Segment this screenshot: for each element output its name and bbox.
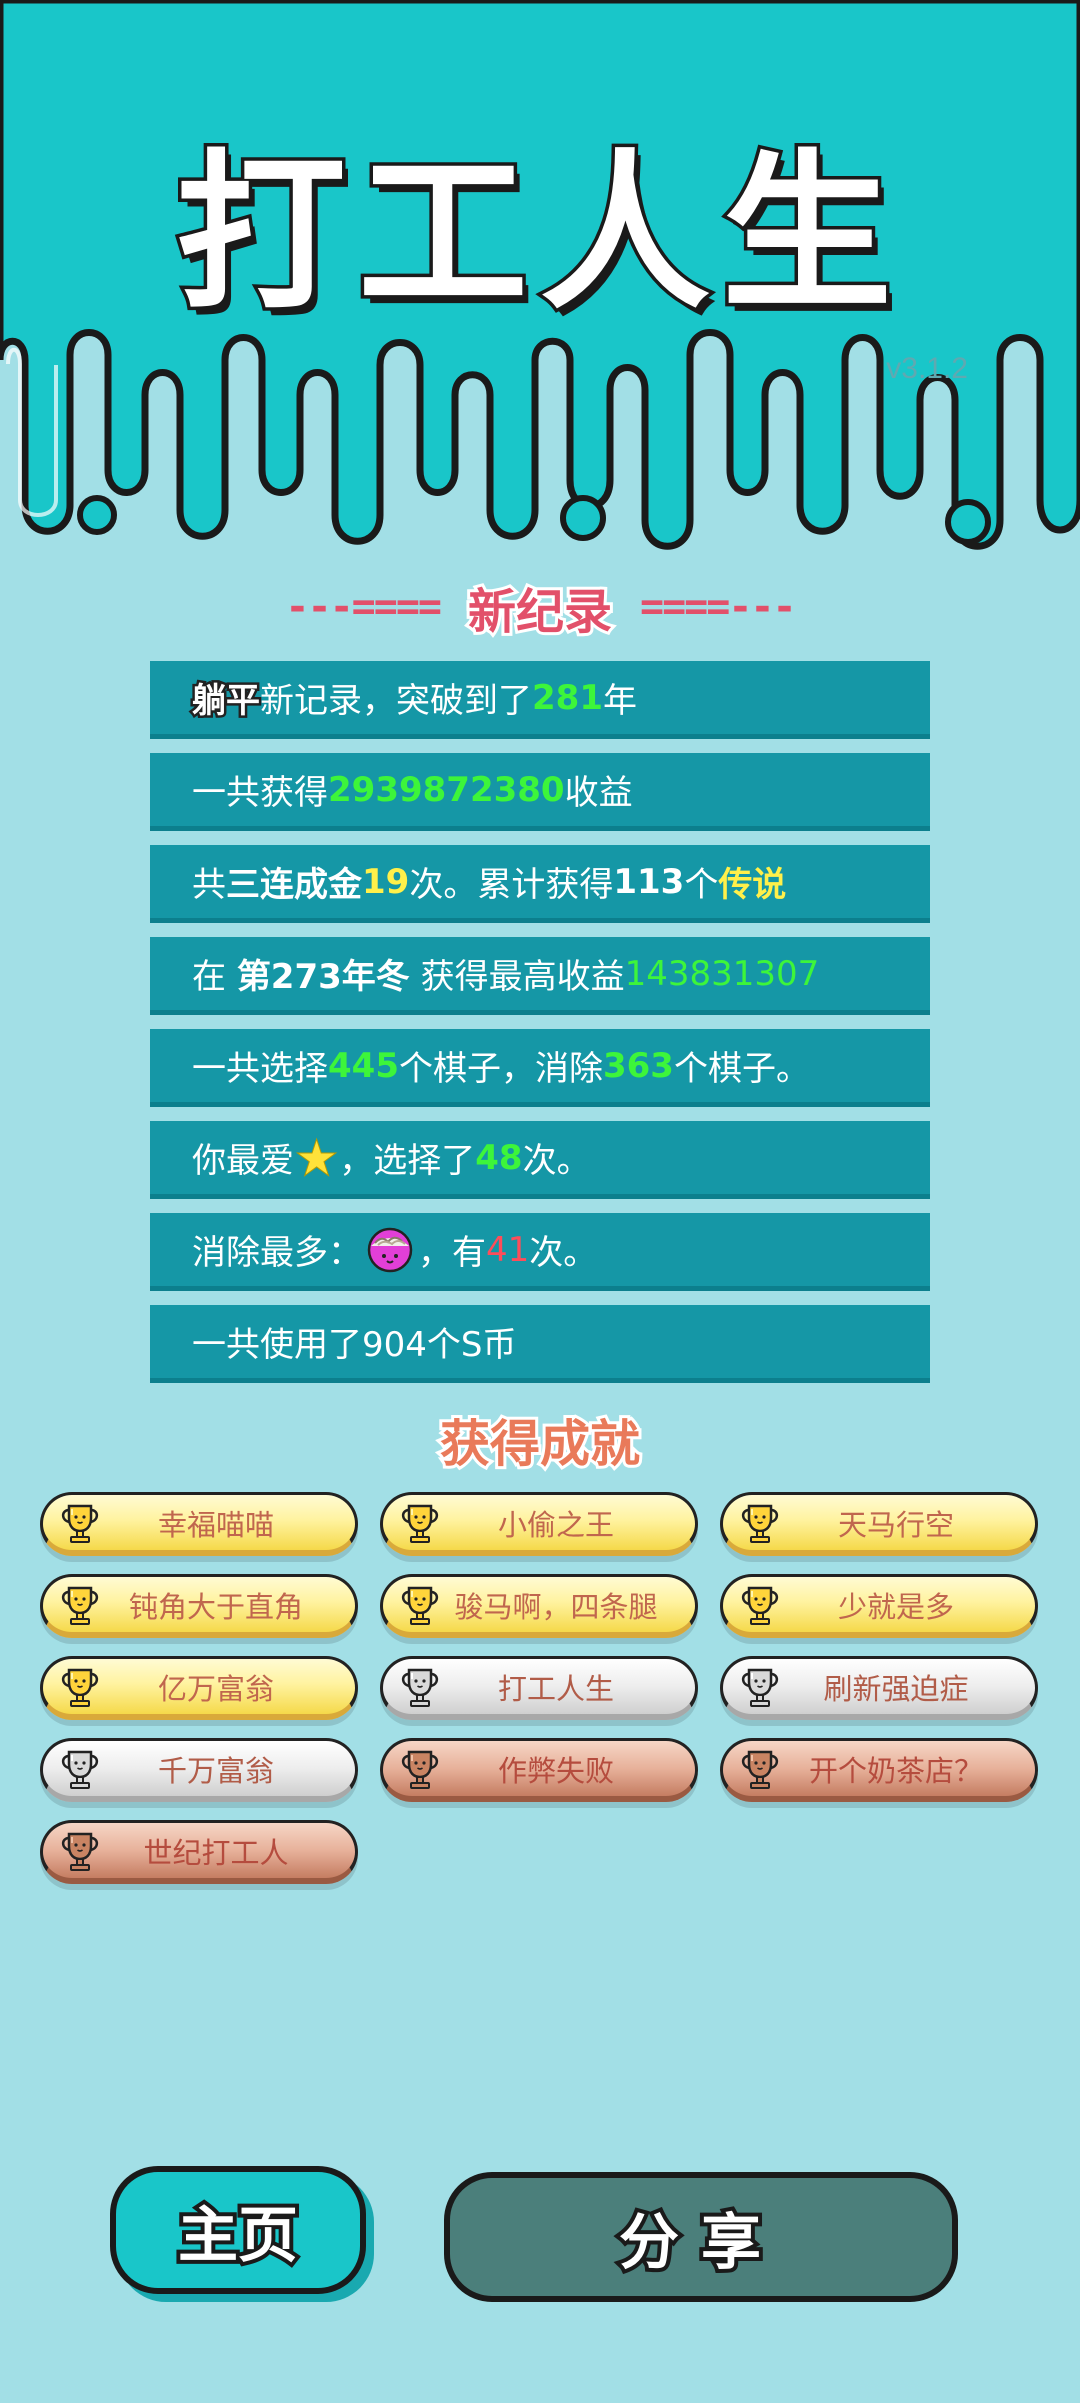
trophy-icon [741, 1750, 779, 1789]
achievement-label: 打工人生 [497, 1671, 614, 1706]
achievement-badge: 天马行空 [720, 1492, 1038, 1556]
achievement-badge: 刷新强迫症 [720, 1656, 1038, 1720]
achievement-badge: 幸福喵喵 [40, 1492, 358, 1556]
record-row-most-eliminated: 消除最多： ，有 41 次。 [150, 1213, 930, 1291]
combo-count: 19 [362, 861, 410, 902]
record-text: 新记录，突破到了 [260, 681, 532, 721]
trophy-icon [61, 1586, 99, 1625]
record-row-pieces: 一共选择 445 个棋子，消除 363 个棋子。 [150, 1029, 930, 1107]
trophy-icon [401, 1504, 439, 1543]
record-text: 你最爱 [192, 1141, 294, 1181]
noodle-bowl-icon [367, 1227, 413, 1272]
record-row-favorite: 你最爱 ★ ，选择了 48 次。 [150, 1121, 930, 1199]
record-row-survival: 躺平 新记录，突破到了 281 年 [150, 661, 930, 739]
new-record-heading: ---==== 新纪录 ====--- [0, 572, 1080, 643]
mode-label: 躺平 [190, 679, 263, 724]
achievement-badge: 骏马啊，四条腿 [380, 1574, 698, 1638]
combo-label: 三连成金 [226, 865, 362, 905]
record-row-max-income: 在 第273年冬 获得最高收益 143831307 [150, 937, 930, 1015]
record-text: 年 [602, 681, 637, 721]
achievement-label: 开个奶茶店？ [808, 1753, 983, 1788]
version-label: v3.1.2 [886, 352, 968, 385]
achievements-title: 获得成就 [437, 1412, 643, 1476]
game-title: 打工人生 [172, 132, 904, 337]
new-record-title: 新纪录 [465, 581, 615, 643]
home-button[interactable]: 主页 [110, 2166, 366, 2294]
favorite-count: 48 [475, 1137, 523, 1178]
legend-count: 113 [613, 861, 685, 902]
trophy-icon [401, 1750, 439, 1789]
record-text: 收益 [564, 773, 633, 813]
record-row-income: 一共获得 2939872380 收益 [150, 753, 930, 831]
record-text: 共 [192, 865, 226, 905]
record-text: 获得最高收益 [420, 957, 625, 997]
achievement-badge: 开个奶茶店？ [720, 1738, 1038, 1802]
eliminated-count: 363 [602, 1045, 674, 1086]
record-text: 一共使用了904个S币 [192, 1325, 517, 1365]
record-text: 次。累计获得 [409, 865, 614, 905]
achievement-badge: 小偷之王 [380, 1492, 698, 1556]
record-text: 次。 [529, 1233, 598, 1273]
record-text: 个 [684, 865, 719, 905]
right-dash-decoration: ====--- [640, 584, 797, 630]
achievement-label: 世纪打工人 [143, 1835, 289, 1870]
record-text: 次。 [522, 1141, 591, 1181]
left-dash-decoration: ---==== [285, 584, 442, 630]
achievement-badge: 打工人生 [380, 1656, 698, 1720]
trophy-icon [741, 1504, 779, 1543]
chosen-count: 445 [328, 1045, 399, 1086]
record-row-combo: 共 三连成金 19 次。累计获得 113 个 传说 [150, 845, 930, 923]
record-text: ，选择了 [339, 1141, 476, 1181]
achievement-label: 亿万富翁 [157, 1671, 274, 1706]
header-banner: 打工人生 v3.1.2 [0, 0, 1080, 560]
record-text: 在 [192, 957, 226, 997]
achievement-label: 千万富翁 [157, 1753, 274, 1788]
achievement-label: 刷新强迫症 [823, 1671, 969, 1706]
years-value: 281 [532, 677, 603, 718]
achievement-label: 少就是多 [837, 1589, 954, 1624]
records-list: 躺平 新记录，突破到了 281 年 一共获得 2939872380 收益 共 三… [150, 661, 930, 1397]
record-row-coins: 一共使用了904个S币 [150, 1305, 930, 1383]
achievement-badge: 作弊失败 [380, 1738, 698, 1802]
record-text: 一共获得 [192, 773, 328, 813]
star-icon: ★ [295, 1130, 338, 1186]
record-text: 个棋子。 [673, 1049, 810, 1089]
most-eliminated-count: 41 [486, 1229, 530, 1270]
trophy-icon [61, 1668, 99, 1707]
trophy-icon [741, 1586, 779, 1625]
trophy-icon [401, 1586, 439, 1625]
achievement-label: 小偷之王 [497, 1507, 614, 1542]
legend-label: 传说 [718, 865, 787, 905]
trophy-icon [61, 1504, 99, 1543]
share-button[interactable]: 分享 [444, 2172, 958, 2302]
achievement-badge: 千万富翁 [40, 1738, 358, 1802]
achievement-badge: 亿万富翁 [40, 1656, 358, 1720]
record-text: 个棋子，消除 [398, 1049, 603, 1089]
max-income-value: 143831307 [624, 953, 820, 994]
achievement-badge: 钝角大于直角 [40, 1574, 358, 1638]
record-text: 消除最多： [192, 1233, 362, 1273]
achievement-label: 天马行空 [837, 1507, 954, 1542]
achievement-badge: 少就是多 [720, 1574, 1038, 1638]
trophy-icon [401, 1668, 439, 1707]
trophy-icon [741, 1668, 779, 1707]
record-text: ，有 [418, 1233, 486, 1273]
season-label: 第273年冬 [236, 957, 410, 997]
achievement-badge: 世纪打工人 [40, 1820, 358, 1884]
trophy-icon [61, 1832, 99, 1871]
achievement-label: 钝角大于直角 [128, 1589, 303, 1624]
record-text: 一共选择 [192, 1049, 328, 1089]
achievement-label: 幸福喵喵 [157, 1507, 274, 1542]
trophy-icon [61, 1750, 99, 1789]
total-income-value: 2939872380 [328, 769, 565, 810]
achievement-label: 作弊失败 [497, 1753, 614, 1788]
achievement-label: 骏马啊，四条腿 [454, 1589, 658, 1624]
